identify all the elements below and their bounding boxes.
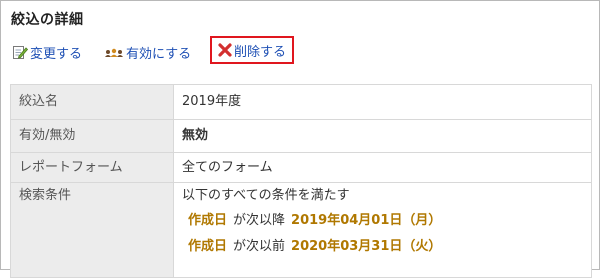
condition-operator: が次以降: [233, 213, 286, 228]
filter-name-label: 絞込名: [10, 84, 174, 120]
conditions-summary: 以下のすべての条件を満たす: [182, 188, 350, 203]
status-label: 有効/無効: [10, 119, 174, 153]
detail-row-status: 有効/無効 無効: [10, 119, 592, 153]
enable-label: 有効にする: [126, 46, 192, 62]
action-bar: 変更する 有効にする 削除する: [1, 36, 600, 65]
condition-operator: が次以前: [233, 239, 286, 254]
condition-field: 作成日: [188, 213, 228, 228]
condition-value: 2020年03月31日（火）: [291, 239, 442, 254]
edit-link[interactable]: 変更する: [12, 39, 82, 65]
detail-row-name: 絞込名 2019年度: [10, 84, 592, 120]
report-form-value: 全てのフォーム: [173, 152, 592, 183]
delete-x-icon: [218, 43, 232, 57]
search-conditions-value: 以下のすべての条件を満たす 作成日 が次以降 2019年04月01日（月） 作成日が…: [173, 182, 592, 278]
condition-item: 作成日 が次以降 2019年04月01日（月）: [182, 211, 583, 231]
delete-link[interactable]: 削除する: [210, 36, 295, 64]
edit-icon: [12, 44, 28, 60]
condition-value: 2019年04月01日（月）: [291, 213, 442, 228]
detail-row-report-form: レポートフォーム 全てのフォーム: [10, 152, 592, 183]
condition-item: 作成日 が次以前 2020年03月31日（火）: [182, 237, 583, 257]
status-value: 無効: [173, 119, 592, 153]
enable-icon: [104, 44, 124, 60]
detail-panel: 絞込の詳細 変更する 有効にする 削除する 絞込名 2019年度 有効/無効 無…: [0, 0, 600, 278]
edit-label: 変更する: [30, 46, 83, 62]
delete-label: 削除する: [234, 44, 287, 60]
report-form-label: レポートフォーム: [10, 152, 174, 183]
enable-link[interactable]: 有効にする: [104, 39, 191, 65]
detail-table: 絞込名 2019年度 有効/無効 無効 レポートフォーム 全てのフォーム 検索条…: [10, 84, 592, 278]
detail-row-conditions: 検索条件 以下のすべての条件を満たす 作成日 が次以降 2019年04月01日（月）…: [10, 182, 592, 278]
page-title: 絞込の詳細: [11, 12, 84, 28]
condition-field: 作成日: [188, 239, 228, 254]
search-conditions-label: 検索条件: [10, 182, 174, 278]
filter-name-value: 2019年度: [173, 84, 592, 120]
